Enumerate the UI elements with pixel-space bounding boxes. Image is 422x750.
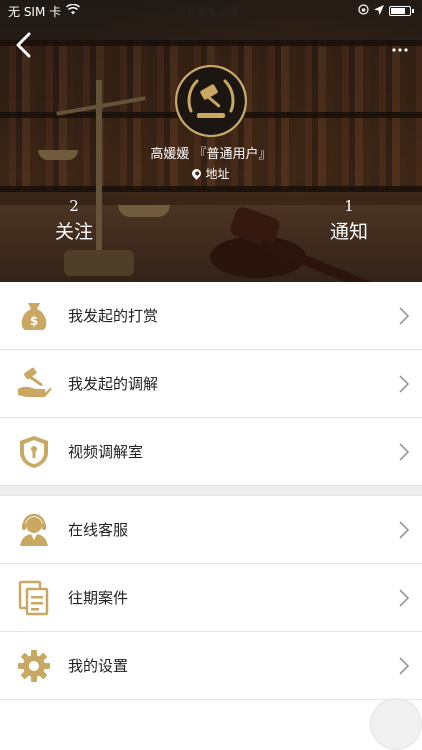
gavel-laurel-icon	[177, 67, 245, 135]
menu-group-activity: $ 我发起的打赏 我发起的调解 视频调解室	[0, 282, 422, 486]
follow-stat[interactable]: 2 关注	[19, 197, 129, 244]
menu-label: 在线客服	[68, 521, 129, 539]
chevron-right-icon	[399, 657, 410, 675]
shield-keyhole-icon	[15, 433, 53, 471]
section-gap	[0, 486, 422, 496]
menu-item-my-rewards[interactable]: $ 我发起的打赏	[0, 282, 422, 350]
user-address[interactable]: 地址	[0, 165, 422, 182]
menu-item-past-cases[interactable]: 往期案件	[0, 564, 422, 632]
status-bar: 无 SIM 卡	[0, 0, 422, 22]
menu-label: 视频调解室	[68, 443, 144, 461]
user-name: 高媛媛 『普通用户』	[150, 147, 272, 162]
location-icon	[374, 4, 384, 18]
follow-label: 关注	[54, 221, 93, 243]
customer-service-icon	[15, 511, 53, 549]
money-bag-icon: $	[15, 297, 53, 335]
svg-text:$: $	[30, 314, 38, 328]
menu-item-video-mediation[interactable]: 视频调解室	[0, 418, 422, 486]
more-dots-icon	[392, 48, 408, 52]
more-button[interactable]	[392, 36, 408, 56]
menu-label: 往期案件	[68, 589, 129, 607]
avatar[interactable]	[175, 65, 247, 137]
menu-label: 我发起的打赏	[68, 307, 159, 325]
chevron-right-icon	[399, 307, 410, 325]
chevron-right-icon	[399, 443, 410, 461]
menu-item-my-mediations[interactable]: 我发起的调解	[0, 350, 422, 418]
notify-stat[interactable]: 1 通知	[294, 197, 404, 244]
menu-item-my-settings[interactable]: 我的设置	[0, 632, 422, 700]
carrier-label: 无 SIM 卡	[8, 4, 62, 19]
notify-label: 通知	[329, 221, 368, 243]
chevron-right-icon	[399, 589, 410, 607]
menu-list: $ 我发起的打赏 我发起的调解 视频调解室 在线客服 往期案件 我的设置	[0, 282, 422, 700]
chevron-right-icon	[399, 521, 410, 539]
chevron-left-icon	[16, 32, 31, 58]
menu-item-online-service[interactable]: 在线客服	[0, 496, 422, 564]
profile-header: 无 SIM 卡 下午5:45 高媛媛 『普通用户』 地址 2 关注 1 通知	[0, 0, 422, 282]
gavel-hand-icon	[15, 365, 53, 403]
chevron-right-icon	[399, 375, 410, 393]
floating-assistive-button[interactable]	[370, 698, 422, 750]
gear-icon	[15, 647, 53, 685]
wifi-icon	[66, 3, 81, 18]
back-button[interactable]	[14, 32, 38, 60]
map-pin-icon	[190, 167, 204, 180]
battery-icon	[389, 6, 411, 16]
menu-label: 我发起的调解	[68, 375, 159, 393]
documents-icon	[15, 579, 53, 617]
menu-label: 我的设置	[68, 657, 129, 675]
address-label: 地址	[205, 167, 230, 181]
notify-count: 1	[344, 197, 354, 215]
orientation-lock-icon	[358, 4, 369, 18]
follow-count: 2	[69, 197, 79, 215]
menu-group-service: 在线客服 往期案件 我的设置	[0, 496, 422, 700]
battery-tip	[412, 9, 414, 13]
